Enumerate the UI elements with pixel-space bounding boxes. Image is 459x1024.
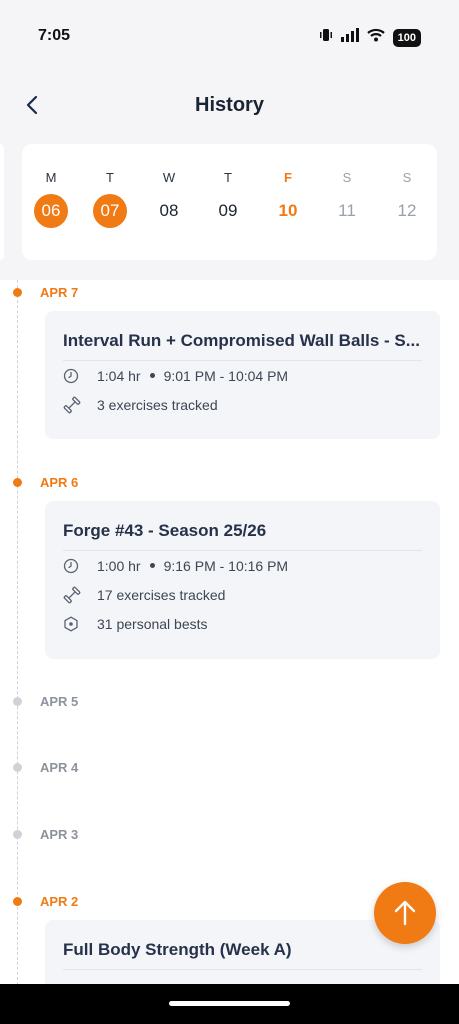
- date-label: APR 6: [40, 475, 79, 490]
- workout-title: Full Body Strength (Week A): [63, 920, 422, 970]
- day-number: 07: [93, 194, 127, 228]
- workout-exercises-row: 17 exercises tracked: [63, 580, 422, 609]
- dumbbell-icon: [63, 396, 97, 414]
- day-fri[interactable]: F 10: [263, 144, 313, 260]
- day-wed[interactable]: W 08: [144, 144, 194, 260]
- separator-dot: [149, 373, 155, 378]
- workout-exercises: 3 exercises tracked: [97, 396, 218, 413]
- workout-exercises-row: 3 exercises tracked: [63, 390, 422, 419]
- day-letter: W: [162, 170, 176, 185]
- date-label: APR 2: [40, 894, 79, 909]
- timeline-dot: [13, 830, 22, 839]
- day-sat[interactable]: S 11: [322, 144, 372, 260]
- workout-title: Interval Run + Compromised Wall Balls - …: [63, 311, 422, 361]
- status-bar: 7:05 100: [0, 0, 459, 70]
- workout-personal-bests-row: 31 personal bests: [63, 609, 422, 638]
- day-letter: F: [284, 170, 292, 185]
- day-letter: M: [45, 170, 57, 185]
- clock-icon: [63, 558, 97, 574]
- day-number: 08: [159, 201, 179, 220]
- day-letter: S: [342, 170, 352, 185]
- timeline-dot: [13, 763, 22, 772]
- workout-duration: 1:00 hr: [97, 557, 141, 574]
- timeline-dot: [13, 288, 22, 297]
- header: History M 06 T 07 W 08 T 09 F 10 S 11 S …: [0, 70, 459, 280]
- workout-exercises: 17 exercises tracked: [97, 586, 226, 603]
- day-number: 12: [397, 201, 417, 220]
- battery-icon: 100: [392, 28, 421, 47]
- day-thu[interactable]: T 09: [203, 144, 253, 260]
- day-number: 10: [278, 201, 298, 220]
- hexagon-star-icon: [63, 616, 97, 632]
- timeline-line: [17, 280, 18, 1000]
- status-time: 7:05: [38, 27, 71, 44]
- clock-icon: [63, 368, 97, 384]
- vibrate-icon: [319, 28, 333, 47]
- day-letter: S: [402, 170, 412, 185]
- timeline-dot: [13, 897, 22, 906]
- workout-time-range: 9:16 PM - 10:16 PM: [163, 557, 289, 574]
- workout-duration: 1:04 hr: [97, 367, 141, 384]
- home-indicator[interactable]: [169, 1001, 290, 1006]
- workout-card[interactable]: Forge #43 - Season 25/26 1:00 hr 9:16 PM…: [45, 501, 440, 659]
- scroll-to-top-button[interactable]: [374, 882, 436, 944]
- day-number: 06: [34, 194, 68, 228]
- date-label: APR 5: [40, 694, 79, 709]
- day-sun[interactable]: S 12: [382, 144, 432, 260]
- date-label: APR 7: [40, 285, 79, 300]
- day-letter: T: [106, 170, 114, 185]
- week-strip: M 06 T 07 W 08 T 09 F 10 S 11 S 12: [22, 144, 437, 260]
- workout-duration-row: 1:04 hr 9:01 PM - 10:04 PM: [63, 361, 422, 390]
- previous-week-card-edge[interactable]: [0, 144, 4, 260]
- arrow-up-icon: [394, 900, 416, 926]
- workout-time-range: 9:01 PM - 10:04 PM: [163, 367, 289, 384]
- dumbbell-icon: [63, 586, 97, 604]
- day-number: 11: [338, 201, 356, 220]
- wifi-icon: [366, 28, 385, 47]
- workout-duration-row: 1:00 hr 9:16 PM - 10:16 PM: [63, 551, 422, 580]
- page-title: History: [195, 94, 264, 116]
- workout-card[interactable]: Interval Run + Compromised Wall Balls - …: [45, 311, 440, 439]
- timeline-dot: [13, 478, 22, 487]
- timeline-dot: [13, 697, 22, 706]
- home-bar-area: [0, 984, 459, 1024]
- status-icons: 100: [319, 28, 421, 47]
- separator-dot: [149, 563, 155, 568]
- date-label: APR 4: [40, 760, 79, 775]
- workout-personal-bests: 31 personal bests: [97, 615, 208, 632]
- date-label: APR 3: [40, 827, 79, 842]
- day-number: 09: [218, 201, 238, 220]
- workout-title: Forge #43 - Season 25/26: [63, 501, 422, 551]
- signal-icon: [340, 28, 359, 47]
- day-letter: T: [224, 170, 232, 185]
- day-tue[interactable]: T 07: [85, 144, 135, 260]
- day-mon[interactable]: M 06: [26, 144, 76, 260]
